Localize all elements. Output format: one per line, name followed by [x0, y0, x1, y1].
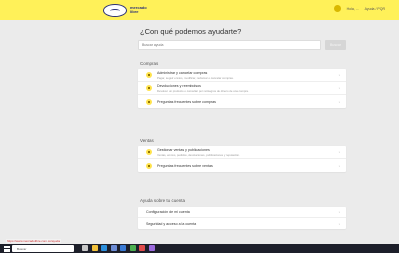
section-title-compras: Compras	[140, 61, 159, 66]
page-title: ¿Con qué podemos ayudarte?	[140, 27, 242, 36]
tag-icon	[146, 149, 152, 155]
list-item-label: Preguntas frecuentes sobre compras	[157, 99, 216, 104]
list-item-label: Devoluciones y reembolsos	[157, 83, 201, 88]
chevron-right-icon: ›	[338, 221, 340, 226]
file-explorer-icon[interactable]	[91, 245, 98, 251]
header-user-area: Hola, ... Ayuda / PQR	[333, 5, 385, 12]
chevron-right-icon: ›	[338, 72, 340, 78]
ventas-card: Gestionar ventas y publicaciones Ventas,…	[138, 146, 346, 172]
mail-icon[interactable]	[120, 245, 126, 251]
app-icon-2[interactable]	[148, 245, 155, 251]
list-item-label: Configuración de mi cuenta	[146, 210, 190, 214]
list-item[interactable]: Administrar y cancelar compras Pagar, se…	[138, 69, 346, 82]
task-view-icon[interactable]	[82, 245, 88, 251]
list-item-desc: Pagar, seguir envíos, modificar, reclama…	[157, 75, 234, 80]
compras-card: Administrar y cancelar compras Pagar, se…	[138, 69, 346, 108]
list-item-label: Administrar y cancelar compras	[157, 70, 208, 75]
question-icon	[146, 162, 152, 169]
section-title-ventas: Ventas	[140, 138, 154, 143]
list-item[interactable]: Gestionar ventas y publicaciones Ventas,…	[138, 146, 346, 159]
list-item-label: Seguridad y acceso a la cuenta	[146, 221, 197, 226]
list-item-desc: Ventas, envíos, pedidos, devoluciones, p…	[157, 152, 240, 157]
windows-start-icon[interactable]	[4, 245, 10, 252]
help-link[interactable]: Ayuda / PQR	[365, 7, 385, 11]
chrome-icon[interactable]	[129, 245, 136, 251]
taskbar-pinned-apps	[82, 245, 155, 251]
list-item-desc: Devolver un producto o consultar por rei…	[157, 88, 249, 93]
user-menu[interactable]: Hola, ...	[347, 7, 359, 11]
search-bar: Buscar	[138, 40, 346, 50]
chevron-right-icon: ›	[338, 99, 340, 104]
store-icon[interactable]	[110, 245, 117, 251]
chevron-right-icon: ›	[338, 85, 340, 91]
cuenta-card: Configuración de mi cuenta › Seguridad y…	[138, 207, 346, 229]
list-item[interactable]: Devoluciones y reembolsos Devolver un pr…	[138, 82, 346, 95]
list-item[interactable]: Preguntas frecuentes sobre ventas ›	[138, 159, 346, 172]
list-item[interactable]: Configuración de mi cuenta ›	[138, 207, 346, 218]
top-header: mercado libre Hola, ... Ayuda / PQR	[0, 0, 399, 20]
search-button[interactable]: Buscar	[325, 40, 346, 50]
bag-icon	[146, 72, 152, 78]
windows-taskbar: Buscar	[0, 244, 399, 253]
list-item-label: Gestionar ventas y publicaciones	[157, 147, 210, 152]
app-icon[interactable]	[139, 245, 145, 251]
taskbar-search-input[interactable]: Buscar	[12, 245, 74, 252]
list-item-label: Preguntas frecuentes sobre ventas	[157, 163, 213, 168]
logo-text: mercado libre	[130, 5, 147, 14]
avatar[interactable]	[333, 5, 341, 12]
chevron-right-icon: ›	[338, 163, 340, 168]
edge-icon[interactable]	[101, 245, 107, 251]
refund-icon	[146, 85, 152, 91]
list-item[interactable]: Seguridad y acceso a la cuenta ›	[138, 218, 346, 229]
chevron-right-icon: ›	[338, 149, 340, 155]
search-input[interactable]	[138, 40, 321, 50]
chevron-right-icon: ›	[338, 209, 340, 215]
list-item[interactable]: Preguntas frecuentes sobre compras ›	[138, 95, 346, 108]
question-icon	[146, 98, 152, 105]
mercadolibre-logo[interactable]: mercado libre	[103, 3, 154, 17]
handshake-logo-icon	[103, 3, 127, 17]
status-bar-url: https://www.mercadolibre.com.co/ayuda	[6, 239, 62, 243]
section-title-cuenta: Ayuda sobre tu cuenta	[140, 198, 185, 203]
